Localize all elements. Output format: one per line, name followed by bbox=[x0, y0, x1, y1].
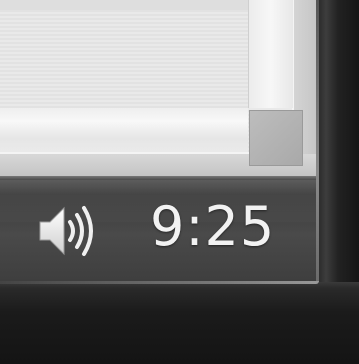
volume-button[interactable] bbox=[34, 196, 108, 266]
bezel-bottom bbox=[0, 282, 359, 364]
speaker-volume-icon bbox=[39, 206, 93, 256]
application-window bbox=[0, 0, 316, 176]
bezel-bottom-highlight bbox=[0, 281, 319, 284]
taskbar: 9:25 bbox=[0, 176, 316, 282]
vertical-scrollbar-track[interactable] bbox=[248, 0, 293, 108]
screen: 9:25 bbox=[0, 0, 359, 364]
bezel-right-highlight bbox=[316, 0, 319, 286]
taskbar-clock[interactable]: 9:25 bbox=[150, 194, 280, 260]
horizontal-scrollbar-track[interactable] bbox=[0, 108, 248, 152]
window-top-strip bbox=[0, 0, 248, 10]
resize-grip-icon[interactable] bbox=[249, 110, 303, 166]
